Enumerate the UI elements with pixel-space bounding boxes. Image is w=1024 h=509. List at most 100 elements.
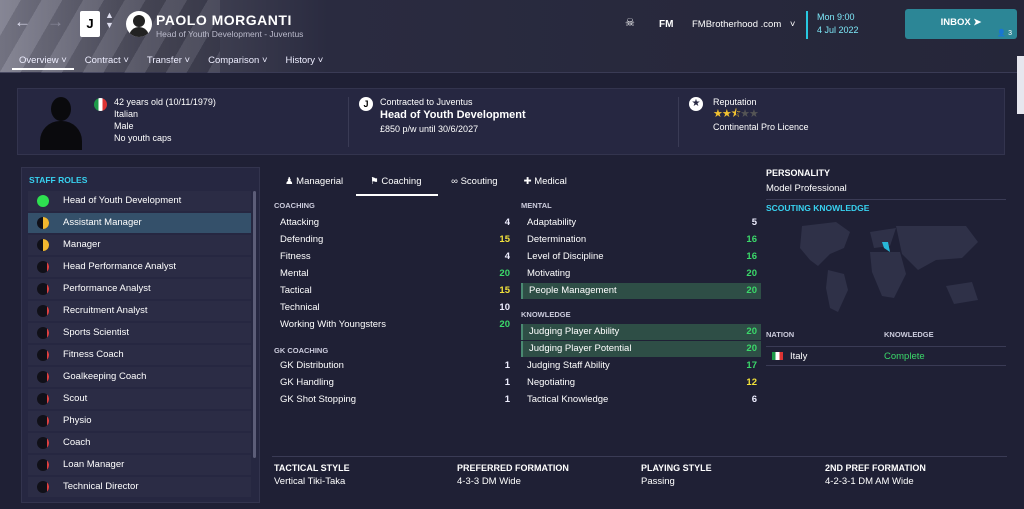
role-item[interactable]: Assistant Manager xyxy=(28,213,251,233)
summary-panel: 42 years old (10/11/1979) Italian Male N… xyxy=(17,88,1005,155)
role-item[interactable]: Head Performance Analyst xyxy=(28,257,251,277)
tab-transfer[interactable]: Transfer ˅ xyxy=(140,54,197,70)
staff-roles-panel: STAFF ROLES Head of Youth Development As… xyxy=(21,167,260,503)
attribute-row[interactable]: Tactical Knowledge 6 xyxy=(521,392,761,408)
role-suitability-icon xyxy=(37,195,49,207)
fm-logo[interactable]: FM xyxy=(659,19,673,30)
inbox-count: 👤 3 xyxy=(997,30,1012,37)
role-item[interactable]: Physio xyxy=(28,411,251,431)
role-suitability-icon xyxy=(37,305,49,317)
divider xyxy=(766,199,1006,200)
age: 42 years old (10/11/1979) xyxy=(114,97,216,107)
staff-silhouette xyxy=(40,95,82,150)
club-badge[interactable]: J xyxy=(80,11,100,37)
nation-row[interactable]: Italy Complete xyxy=(766,346,1006,366)
binoculars-icon: ∞ xyxy=(451,176,458,187)
date-display[interactable]: Mon 9:00 4 Jul 2022 xyxy=(806,11,859,39)
attribute-row[interactable]: Determination 16 xyxy=(521,232,761,248)
scrollbar[interactable] xyxy=(1017,56,1024,114)
nation-column-header: NATION xyxy=(766,330,795,339)
inbox-button[interactable]: INBOX ➤ 👤 3 xyxy=(905,9,1017,39)
staff-roles-title: STAFF ROLES xyxy=(29,175,88,185)
attribute-row[interactable]: Level of Discipline 16 xyxy=(521,249,761,265)
tab-managerial[interactable]: ♟ Managerial xyxy=(272,172,356,196)
tab-coaching[interactable]: ⚑ Coaching xyxy=(356,172,439,196)
world-map[interactable] xyxy=(766,218,1006,322)
italy-flag-icon xyxy=(94,98,107,111)
role-item[interactable]: Goalkeeping Coach xyxy=(28,367,251,387)
nationality: Italian xyxy=(114,109,139,119)
medical-icon: ✚ xyxy=(523,176,532,187)
back-arrow-icon[interactable]: ← xyxy=(14,12,31,32)
role-suitability-icon xyxy=(37,327,49,339)
wage: £850 p/w until 30/6/2027 xyxy=(380,124,479,134)
attribute-row[interactable]: Motivating 20 xyxy=(521,266,761,282)
australia-shape xyxy=(946,282,978,304)
playing-style: PLAYING STYLE Passing xyxy=(641,463,712,487)
attribute-row[interactable]: Mental 20 xyxy=(274,266,514,282)
attribute-row[interactable]: Adaptability 5 xyxy=(521,215,761,231)
role-item[interactable]: Coach xyxy=(28,433,251,453)
role-suitability-icon xyxy=(37,239,49,251)
skull-icon[interactable]: ☠ xyxy=(625,16,635,29)
forward-arrow-icon[interactable]: → xyxy=(47,12,64,32)
role-item[interactable]: Fitness Coach xyxy=(28,345,251,365)
reputation-stars: ★★⯪★★ xyxy=(713,108,759,120)
gender: Male xyxy=(114,121,134,131)
avatar xyxy=(126,11,152,37)
personality-value: Model Professional xyxy=(766,183,847,194)
page-subtitle: Head of Youth Development - Juventus xyxy=(156,29,304,39)
tab-history[interactable]: History ˅ xyxy=(279,54,331,70)
preferred-formation: PREFERRED FORMATION 4-3-3 DM Wide xyxy=(457,463,569,487)
tab-contract[interactable]: Contract ˅ xyxy=(78,54,136,70)
knowledge-column-header: KNOWLEDGE xyxy=(884,330,934,339)
scrollbar[interactable] xyxy=(253,191,256,458)
attribute-row[interactable]: Defending 15 xyxy=(274,232,514,248)
attribute-row[interactable]: GK Handling 1 xyxy=(274,375,514,391)
north-america-shape xyxy=(800,222,850,266)
tab-overview[interactable]: Overview ˅ xyxy=(12,54,74,70)
attribute-row[interactable]: Fitness 4 xyxy=(274,249,514,265)
tab-bar: Overview ˅ Contract ˅ Transfer ˅ Compari… xyxy=(12,54,330,70)
attribute-row[interactable]: Attacking 4 xyxy=(274,215,514,231)
coaching-icon: ⚑ xyxy=(370,176,379,187)
up-down-icon[interactable]: ▲ ▼ xyxy=(105,10,114,30)
role-suitability-icon xyxy=(37,459,49,471)
role-item[interactable]: Recruitment Analyst xyxy=(28,301,251,321)
divider xyxy=(272,456,1007,457)
attribute-row[interactable]: People Management 20 xyxy=(521,283,761,299)
attribute-row[interactable]: GK Distribution 1 xyxy=(274,358,514,374)
top-bar: ← → J ▲ ▼ PAOLO MORGANTI Head of Youth De… xyxy=(0,0,1024,73)
attribute-row[interactable]: Working With Youngsters 20 xyxy=(274,317,514,333)
attribute-row[interactable]: Judging Player Potential 20 xyxy=(521,341,761,357)
attribute-row[interactable]: Tactical 15 xyxy=(274,283,514,299)
tab-comparison[interactable]: Comparison ˅ xyxy=(201,54,274,70)
tab-medical[interactable]: ✚ Medical xyxy=(511,172,580,196)
role-item[interactable]: Manager xyxy=(28,235,251,255)
site-link[interactable]: FMBrotherhood .com ˅ xyxy=(692,19,795,30)
role-item[interactable]: Scout xyxy=(28,389,251,409)
scouting-knowledge-heading: SCOUTING KNOWLEDGE xyxy=(766,203,870,213)
role-suitability-icon xyxy=(37,371,49,383)
youth-caps: No youth caps xyxy=(114,133,172,143)
role-item[interactable]: Performance Analyst xyxy=(28,279,251,299)
role-suitability-icon xyxy=(37,415,49,427)
attribute-row[interactable]: Technical 10 xyxy=(274,300,514,316)
role-item[interactable]: Technical Director xyxy=(28,477,251,497)
attribute-row[interactable]: Negotiating 12 xyxy=(521,375,761,391)
personality-heading: PERSONALITY xyxy=(766,168,831,178)
role-item[interactable]: Head of Youth Development xyxy=(28,191,251,211)
attribute-row[interactable]: Judging Player Ability 20 xyxy=(521,324,761,340)
attribute-row[interactable]: Judging Staff Ability 17 xyxy=(521,358,761,374)
role-item[interactable]: Loan Manager xyxy=(28,455,251,475)
south-america-shape xyxy=(826,270,848,312)
italy-flag-icon xyxy=(772,352,783,360)
reputation-label: Reputation xyxy=(713,97,757,107)
attribute-row[interactable]: GK Shot Stopping 1 xyxy=(274,392,514,408)
tab-scouting[interactable]: ∞ Scouting xyxy=(438,172,510,196)
role-suitability-icon xyxy=(37,261,49,273)
role-item[interactable]: Sports Scientist xyxy=(28,323,251,343)
knowledge-heading: KNOWLEDGE xyxy=(521,310,571,319)
divider xyxy=(678,97,679,147)
second-preferred-formation: 2ND PREF FORMATION 4-2-3-1 DM AM Wide xyxy=(825,463,926,487)
